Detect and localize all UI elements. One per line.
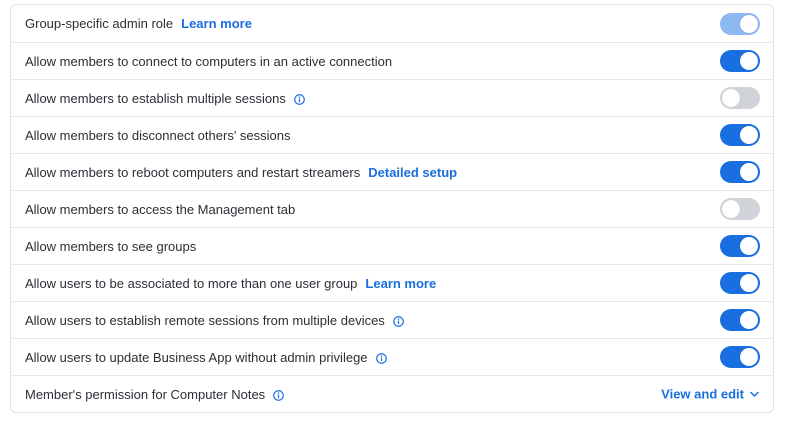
learn-more-link[interactable]: Learn more <box>181 16 252 31</box>
toggle-knob <box>740 163 758 181</box>
setting-label: Member's permission for Computer Notes <box>25 386 266 402</box>
toggle-knob <box>740 14 758 33</box>
setting-label: Group-specific admin role <box>25 16 174 31</box>
setting-row-multiple-sessions: Allow members to establish multiple sess… <box>11 79 773 116</box>
toggle-knob <box>740 311 758 329</box>
management-tab-toggle[interactable] <box>720 198 760 220</box>
setting-label: Allow members to establish multiple sess… <box>25 90 286 106</box>
update-business-app-toggle[interactable] <box>720 346 760 368</box>
setting-label: Allow members to reboot computers and re… <box>25 164 361 180</box>
toggle-knob <box>722 89 740 107</box>
toggle-knob <box>722 200 740 218</box>
setting-label: Allow users to be associated to more tha… <box>25 275 358 291</box>
toggle-knob <box>740 237 758 255</box>
view-and-edit-label: View and edit <box>661 386 744 402</box>
info-icon[interactable] <box>293 93 305 105</box>
reboot-computers-toggle[interactable] <box>720 161 760 183</box>
setting-label: Allow users to update Business App witho… <box>25 349 368 365</box>
setting-label: Allow members to access the Management t… <box>25 201 296 217</box>
info-icon[interactable] <box>273 389 285 401</box>
learn-more-link[interactable]: Learn more <box>365 276 436 291</box>
setting-label: Allow members to disconnect others' sess… <box>25 127 291 143</box>
setting-row-multiple-devices: Allow users to establish remote sessions… <box>11 301 773 338</box>
view-and-edit-button[interactable]: View and edit <box>661 387 759 402</box>
toggle-knob <box>740 126 758 144</box>
group-admin-role-toggle[interactable] <box>720 12 760 35</box>
setting-label: Allow users to establish remote sessions… <box>25 312 385 328</box>
info-icon[interactable] <box>375 352 387 364</box>
disconnect-others-toggle[interactable] <box>720 124 760 146</box>
toggle-knob <box>740 52 758 70</box>
multiple-user-groups-toggle[interactable] <box>720 272 760 294</box>
see-groups-toggle[interactable] <box>720 235 760 257</box>
info-icon[interactable] <box>392 315 404 327</box>
setting-label: Allow members to see groups <box>25 238 197 254</box>
setting-row-reboot-computers: Allow members to reboot computers and re… <box>11 153 773 190</box>
chevron-down-icon <box>750 391 759 397</box>
multiple-sessions-toggle[interactable] <box>720 87 760 109</box>
setting-label: Allow members to connect to computers in… <box>25 53 393 69</box>
setting-row-connect-active: Allow members to connect to computers in… <box>11 42 773 79</box>
multiple-devices-toggle[interactable] <box>720 309 760 331</box>
toggle-knob <box>740 274 758 292</box>
setting-row-update-business-app: Allow users to update Business App witho… <box>11 338 773 375</box>
setting-row-disconnect-others: Allow members to disconnect others' sess… <box>11 116 773 153</box>
detailed-setup-link[interactable]: Detailed setup <box>368 165 457 180</box>
setting-row-management-tab: Allow members to access the Management t… <box>11 190 773 227</box>
toggle-knob <box>740 348 758 366</box>
setting-row-see-groups: Allow members to see groups <box>11 227 773 264</box>
setting-row-group-admin-role: Group-specific admin role Learn more <box>11 5 773 42</box>
permissions-panel: Group-specific admin role Learn more All… <box>10 4 774 413</box>
setting-row-computer-notes: Member's permission for Computer Notes V… <box>11 375 773 412</box>
setting-row-multiple-user-groups: Allow users to be associated to more tha… <box>11 264 773 301</box>
connect-active-toggle[interactable] <box>720 50 760 72</box>
